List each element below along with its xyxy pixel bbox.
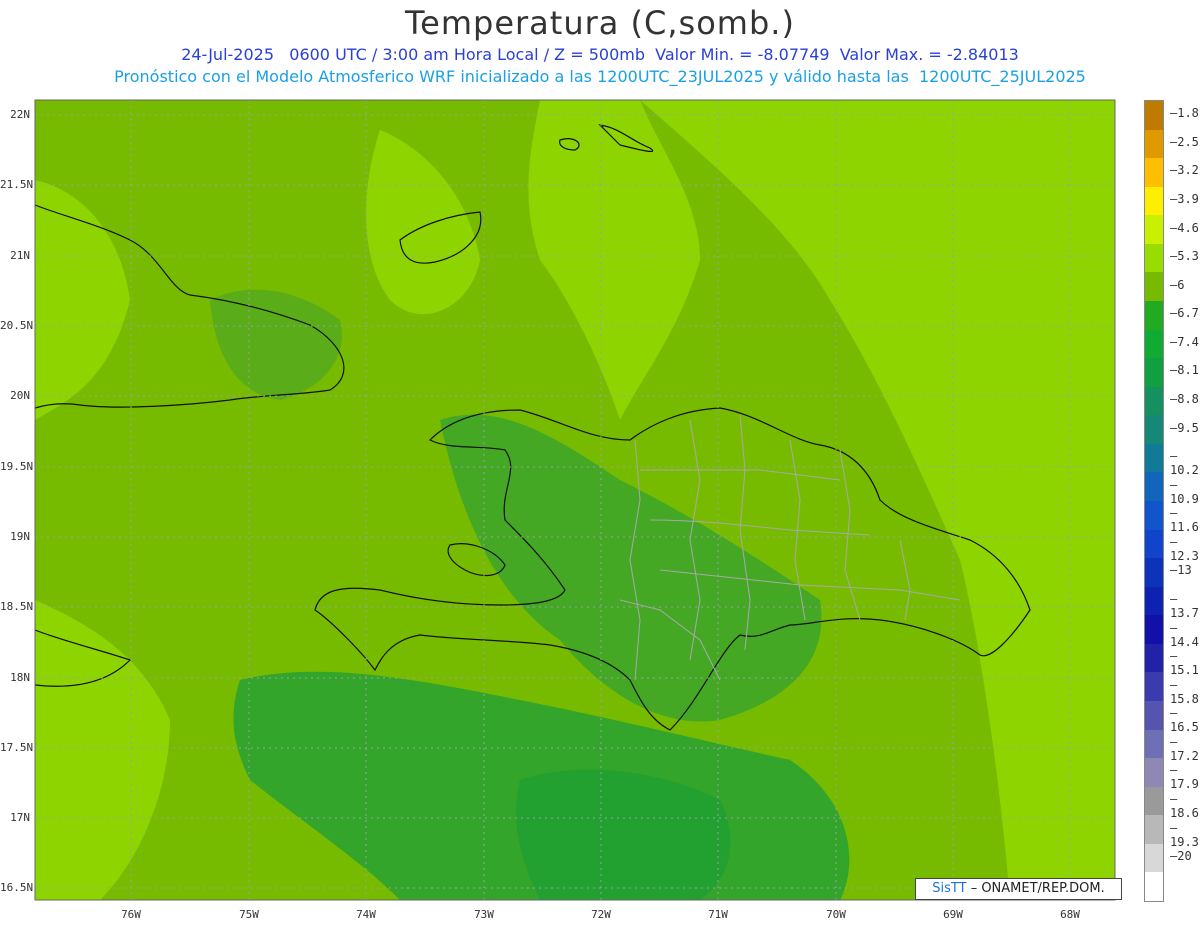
colorbar-segment [1145, 786, 1163, 816]
lat-label: 21.5N [0, 178, 34, 191]
colorbar-segment [1145, 158, 1163, 188]
lon-label: 70W [826, 908, 846, 921]
colorbar-label: –8.8 [1170, 392, 1199, 406]
temperature-map [34, 99, 1116, 901]
colorbar-label: –14.4 [1170, 620, 1199, 649]
sispi-logo-text: SisTT [932, 881, 967, 896]
colorbar-label: –10.9 [1170, 477, 1199, 506]
lon-label: 74W [356, 908, 376, 921]
colorbar-segment [1145, 243, 1163, 273]
colorbar-segment [1145, 758, 1163, 788]
colorbar-segment [1145, 501, 1163, 531]
colorbar-segment [1145, 558, 1163, 588]
colorbar-label: –16.5 [1170, 706, 1199, 735]
colorbar-label: –6.7 [1170, 306, 1199, 321]
colorbar-label: –8.1 [1170, 363, 1199, 378]
colorbar-segment [1145, 643, 1163, 673]
lat-label: 17.5N [0, 741, 34, 754]
colorbar-label: –12.3 [1170, 534, 1199, 563]
colorbar-segment [1145, 272, 1163, 302]
colorbar-label: –5.3 [1170, 249, 1199, 264]
colorbar-label: –9.5 [1170, 420, 1199, 435]
colorbar-segment [1145, 529, 1163, 559]
lon-label: 73W [474, 908, 494, 921]
colorbar-label: –13 [1170, 563, 1192, 578]
colorbar-segment [1145, 301, 1163, 331]
lat-label: 19N [10, 530, 30, 543]
colorbar-label: –7.4 [1170, 334, 1199, 349]
colorbar-label: –11.6 [1170, 506, 1199, 535]
colorbar-label: –3.9 [1170, 192, 1199, 206]
colorbar-segment [1145, 443, 1163, 473]
colorbar-label: –15.8 [1170, 677, 1199, 706]
colorbar-segment [1145, 329, 1163, 359]
colorbar-label: –1.8 [1170, 106, 1199, 121]
colorbar-segment [1145, 215, 1163, 245]
colorbar-segment [1145, 815, 1163, 845]
lat-label: 18.5N [0, 600, 34, 613]
lon-label: 69W [943, 908, 963, 921]
colorbar-label: –13.7 [1170, 592, 1199, 620]
colorbar-label: –15.1 [1170, 649, 1199, 678]
colorbar-segment [1145, 386, 1163, 416]
colorbar-label: –3.2 [1170, 163, 1199, 178]
colorbar-label: –20 [1170, 849, 1192, 864]
lat-label: 20N [10, 389, 30, 402]
colorbar-segment [1145, 872, 1163, 902]
colorbar-label: –17.2 [1170, 734, 1199, 763]
colorbar-segment [1145, 701, 1163, 731]
colorbar-segment [1145, 358, 1163, 388]
lat-label: 18N [10, 671, 30, 684]
colorbar-segment [1145, 472, 1163, 502]
colorbar-label: –17.9 [1170, 763, 1199, 792]
lon-label: 68W [1060, 908, 1080, 921]
lat-label: 19.5N [0, 460, 34, 473]
lat-label: 22N [10, 108, 30, 121]
colorbar-label: –19.3 [1170, 820, 1199, 849]
colorbar-segment [1145, 586, 1163, 616]
colorbar-label: –18.6 [1170, 792, 1199, 820]
lat-label: 20.5N [0, 319, 34, 332]
lon-label: 76W [121, 908, 141, 921]
lat-label: 17N [10, 811, 30, 824]
colorbar-label: –6 [1170, 277, 1185, 292]
colorbar [1144, 100, 1164, 902]
colorbar-segment [1145, 672, 1163, 702]
colorbar-segment [1145, 729, 1163, 759]
colorbar-label: –2.5 [1170, 134, 1199, 149]
lon-label: 72W [591, 908, 611, 921]
credit-box: SisTT – ONAMET/REP.DOM. [915, 878, 1122, 900]
colorbar-label: –4.6 [1170, 220, 1199, 235]
credit-text: – ONAMET/REP.DOM. [966, 881, 1105, 896]
colorbar-segment [1145, 415, 1163, 445]
colorbar-segment [1145, 843, 1163, 873]
colorbar-label: –10.2 [1170, 449, 1199, 478]
colorbar-segment [1145, 615, 1163, 645]
lon-label: 71W [708, 908, 728, 921]
lon-label: 75W [239, 908, 259, 921]
colorbar-segment [1145, 101, 1163, 131]
lat-label: 16.5N [0, 881, 34, 894]
colorbar-segment [1145, 186, 1163, 216]
colorbar-segment [1145, 129, 1163, 159]
lat-label: 21N [10, 249, 30, 262]
